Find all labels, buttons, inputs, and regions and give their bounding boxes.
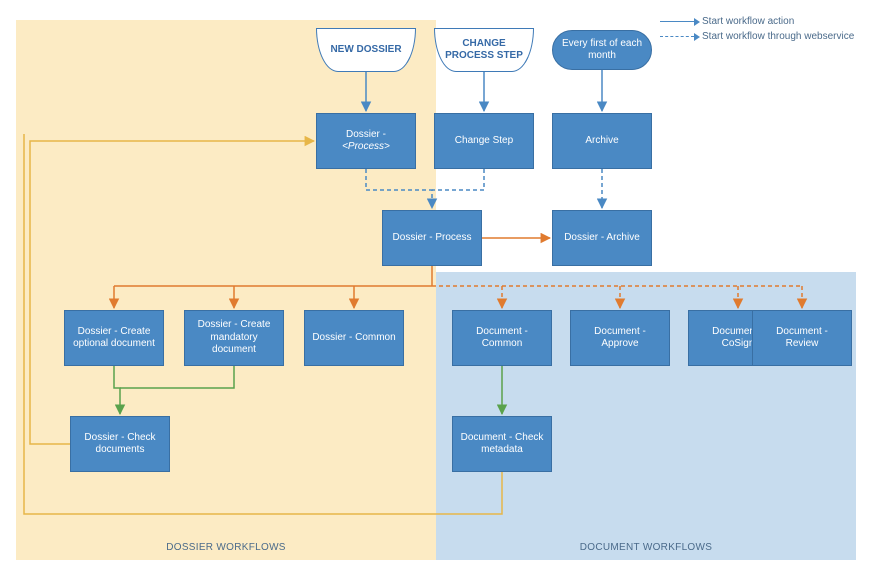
- trigger-schedule: Every first of each month: [552, 30, 652, 70]
- diagram-canvas: DOSSIER WORKFLOWS DOCUMENT WORKFLOWS Sta…: [0, 0, 874, 574]
- legend: Start workflow action Start workflow thr…: [660, 16, 854, 46]
- node-change-step-label: Change Step: [455, 135, 513, 148]
- node-dossier-common: Dossier - Common: [304, 310, 404, 366]
- region-document-label: DOCUMENT WORKFLOWS: [437, 542, 855, 553]
- trigger-schedule-label: Every first of each month: [559, 38, 645, 63]
- node-check-documents: Dossier - Check documents: [70, 416, 170, 472]
- node-create-optional: Dossier - Create optional document: [64, 310, 164, 366]
- trigger-new-dossier: NEW DOSSIER: [316, 28, 416, 72]
- node-create-optional-label: Dossier - Create optional document: [71, 326, 157, 351]
- node-dossier-process: Dossier - Process: [382, 210, 482, 266]
- legend-row-solid: Start workflow action: [660, 16, 854, 27]
- trigger-change-step-label: CHANGE PROCESS STEP: [441, 38, 527, 63]
- region-dossier-label: DOSSIER WORKFLOWS: [17, 542, 435, 553]
- node-create-mandatory-label: Dossier - Create mandatory document: [191, 319, 277, 357]
- trigger-new-dossier-label: NEW DOSSIER: [330, 44, 401, 57]
- node-change-step: Change Step: [434, 113, 534, 169]
- node-archive: Archive: [552, 113, 652, 169]
- legend-dashed-line-icon: [660, 36, 694, 37]
- node-dossier-process-template: Dossier - <Process>: [316, 113, 416, 169]
- node-dossier-process-template-label: Dossier - <Process>: [323, 129, 409, 154]
- legend-solid-line-icon: [660, 21, 694, 22]
- node-create-mandatory: Dossier - Create mandatory document: [184, 310, 284, 366]
- node-dossier-archive: Dossier - Archive: [552, 210, 652, 266]
- node-dossier-common-label: Dossier - Common: [312, 332, 395, 345]
- node-check-metadata: Document - Check metadata: [452, 416, 552, 472]
- node-check-documents-label: Dossier - Check documents: [77, 432, 163, 457]
- node-dossier-process-label: Dossier - Process: [393, 232, 472, 245]
- node-dossier-archive-label: Dossier - Archive: [564, 232, 640, 245]
- node-document-review: Document - Review: [752, 310, 852, 366]
- node-document-common-label: Document - Common: [459, 326, 545, 351]
- trigger-change-process-step: CHANGE PROCESS STEP: [434, 28, 534, 72]
- edge-changestep-to-process: [432, 169, 484, 190]
- legend-dashed-label: Start workflow through webservice: [702, 31, 854, 42]
- node-document-common: Document - Common: [452, 310, 552, 366]
- node-archive-label: Archive: [585, 135, 618, 148]
- legend-solid-label: Start workflow action: [702, 16, 794, 27]
- node-check-metadata-label: Document - Check metadata: [459, 432, 545, 457]
- region-dossier-workflows: DOSSIER WORKFLOWS: [16, 20, 436, 560]
- node-document-review-label: Document - Review: [759, 326, 845, 351]
- legend-row-dashed: Start workflow through webservice: [660, 31, 854, 42]
- node-document-approve: Document - Approve: [570, 310, 670, 366]
- node-document-approve-label: Document - Approve: [577, 326, 663, 351]
